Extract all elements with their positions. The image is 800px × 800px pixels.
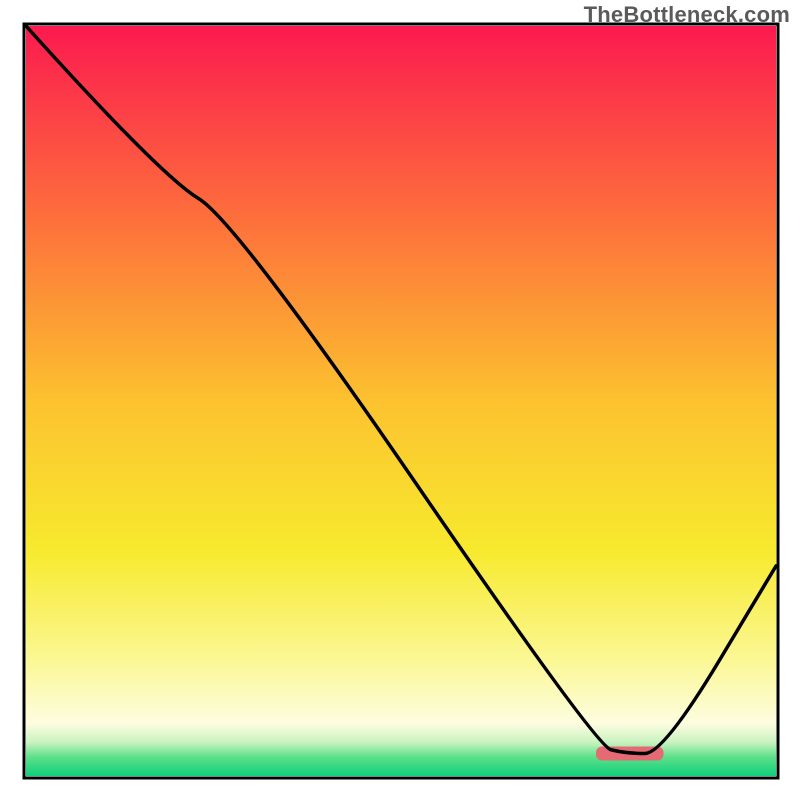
watermark-text: TheBottleneck.com bbox=[584, 2, 790, 28]
plot-background bbox=[26, 26, 776, 776]
bottleneck-chart-svg bbox=[0, 0, 800, 800]
chart-container: TheBottleneck.com bbox=[0, 0, 800, 800]
